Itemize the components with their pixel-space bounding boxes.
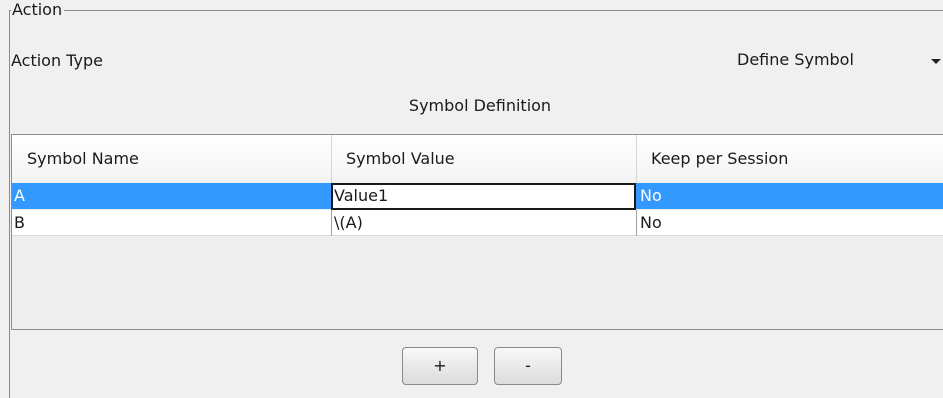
remove-row-button[interactable]: -	[494, 347, 562, 385]
column-header-symbol-value[interactable]: Symbol Value	[331, 135, 636, 183]
cell-symbol-value-editor[interactable]: Value1	[331, 183, 636, 210]
group-title: Action	[11, 0, 65, 20]
group-frame-top	[9, 10, 943, 11]
chevron-down-icon	[931, 59, 941, 64]
table-row[interactable]: B \(A) No	[12, 210, 943, 236]
group-frame-left	[9, 10, 10, 398]
table-header: Symbol Name Symbol Value Keep per Sessio…	[12, 135, 943, 184]
action-panel: Action Action Type Define Symbol Symbol …	[0, 0, 943, 398]
action-type-selected: Define Symbol	[737, 50, 854, 69]
cell-symbol-name[interactable]: A	[12, 183, 331, 209]
cell-symbol-value[interactable]: \(A)	[332, 210, 636, 236]
symbol-table: Symbol Name Symbol Value Keep per Sessio…	[11, 134, 943, 330]
cell-keep-per-session[interactable]: No	[638, 210, 943, 236]
action-type-label: Action Type	[11, 51, 103, 70]
cell-separator	[636, 210, 637, 236]
column-header-symbol-name[interactable]: Symbol Name	[12, 135, 331, 183]
column-header-keep-per-session[interactable]: Keep per Session	[636, 135, 943, 183]
cell-keep-per-session[interactable]: No	[638, 183, 943, 209]
symbol-definition-title: Symbol Definition	[408, 96, 552, 115]
action-type-dropdown[interactable]: Define Symbol	[729, 44, 943, 78]
cell-symbol-name[interactable]: B	[12, 210, 331, 236]
add-row-button[interactable]: +	[402, 347, 478, 385]
